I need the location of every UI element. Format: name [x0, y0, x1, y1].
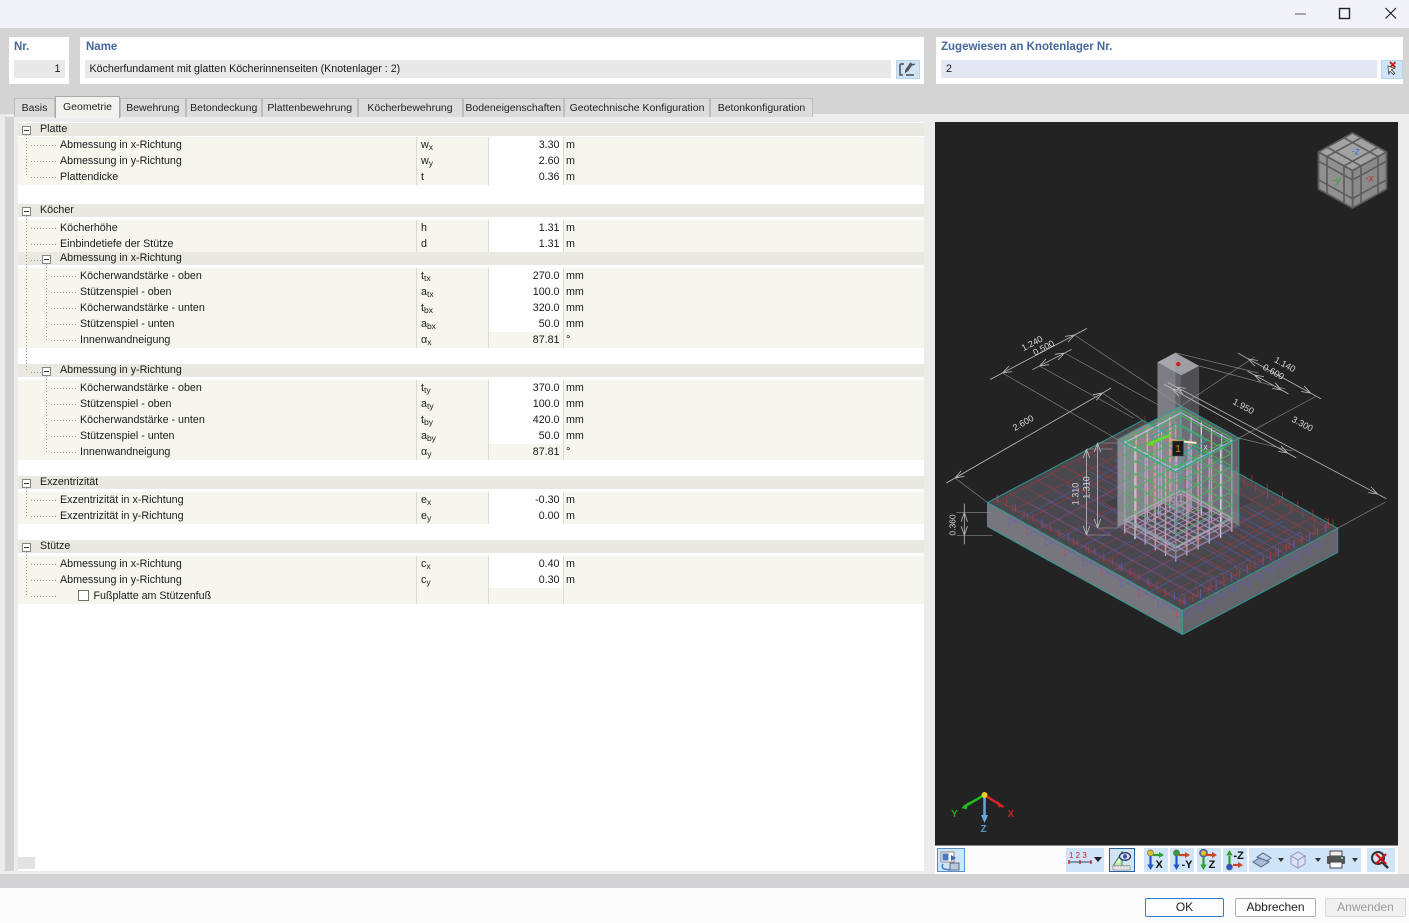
svg-text:Z: Z: [980, 824, 986, 835]
svg-text:x: x: [1203, 442, 1208, 452]
svg-text:1.310: 1.310: [1070, 483, 1080, 506]
svg-text:1: 1: [1175, 444, 1181, 455]
svg-text:-Z: -Z: [1234, 850, 1245, 862]
svg-text:0.360: 0.360: [947, 514, 957, 536]
svg-text:Y: Y: [951, 809, 958, 820]
svg-text:1 2 3: 1 2 3: [1069, 851, 1087, 860]
svg-text:1.310: 1.310: [1081, 476, 1091, 499]
svg-text:-z: -z: [1351, 147, 1359, 158]
svg-text:-y: -y: [1332, 176, 1341, 187]
svg-text:X: X: [1155, 859, 1163, 871]
svg-text:-x: -x: [1365, 174, 1374, 185]
svg-text:X: X: [1007, 809, 1014, 820]
svg-text:Z: Z: [1208, 859, 1215, 871]
svg-text:-Y: -Y: [1182, 859, 1194, 871]
